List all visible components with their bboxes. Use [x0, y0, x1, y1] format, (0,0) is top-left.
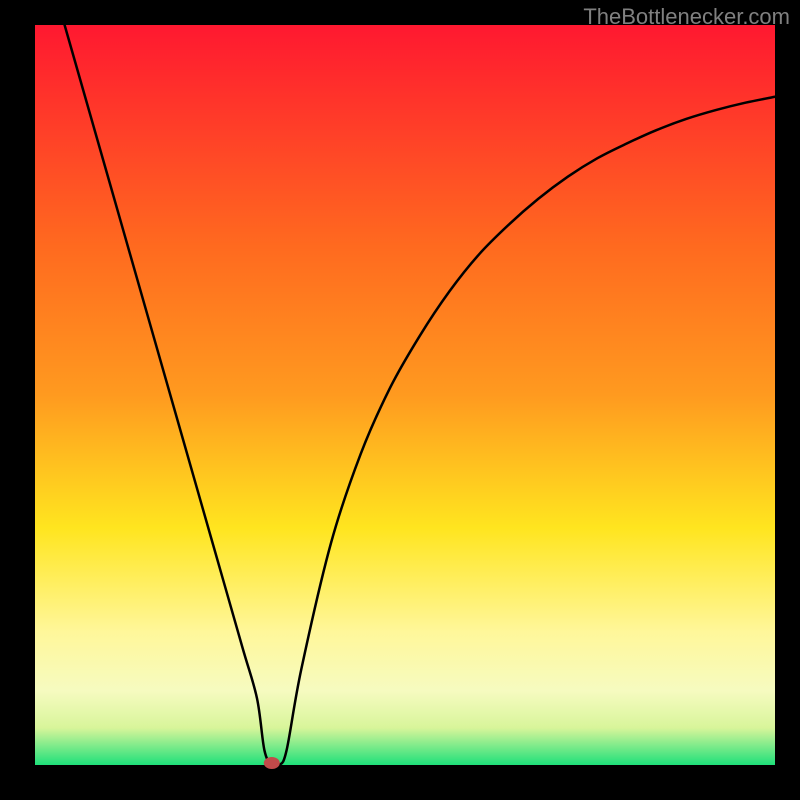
optimum-marker: [264, 757, 280, 769]
watermark-text: TheBottlenecker.com: [583, 4, 790, 30]
bottleneck-chart: [0, 0, 800, 800]
chart-container: TheBottlenecker.com: [0, 0, 800, 800]
plot-area: [35, 25, 775, 765]
